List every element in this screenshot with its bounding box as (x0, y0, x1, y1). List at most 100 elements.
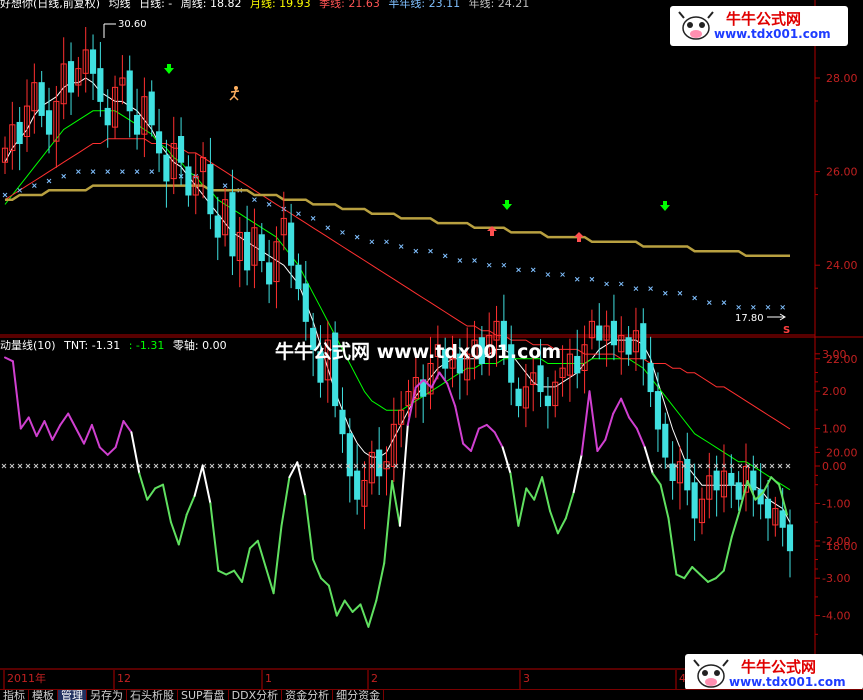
momentum-segment (67, 412, 78, 430)
tab-fund-analysis[interactable]: 资金分析 (282, 690, 334, 700)
zero-axis-mark (553, 463, 559, 469)
zero-axis-mark (457, 463, 463, 469)
zero-axis-mark (433, 463, 439, 469)
ma-mark (325, 225, 331, 231)
candlestick-series (1, 26, 794, 578)
ma-halfyear-value: 半年线: 23.11 (388, 0, 461, 10)
zero-axis-mark (409, 463, 415, 469)
zero-axis-mark (41, 463, 47, 469)
momentum-segment (628, 416, 638, 430)
tab-save-as[interactable]: 另存为 (87, 690, 127, 700)
zero-axis-mark (121, 463, 127, 469)
zero-axis-mark (713, 463, 719, 469)
momentum-segment (351, 603, 362, 613)
momentum-segment (375, 562, 386, 602)
tab-segment-funds[interactable]: 细分资金 (333, 690, 385, 700)
momentum-segment (612, 397, 623, 415)
momentum-segment (596, 438, 607, 452)
ma-quarterly-value: 季线: 21.63 (319, 0, 380, 10)
indicator-y-axis: 3.00 2.00 1.00 0.00 -1.00 -2.00 -3.00 -4.00 (815, 348, 850, 635)
cow-logo-icon (678, 11, 714, 40)
candle-down (786, 524, 794, 552)
zero-axis-mark (169, 463, 175, 469)
ma-mark (105, 169, 111, 174)
stock-title[interactable]: 好想你(日线,前复权) (0, 0, 100, 10)
zero-axis-mark (441, 463, 447, 469)
momentum-segment (154, 483, 164, 490)
tab-ddx-analysis[interactable]: DDX分析 (228, 690, 283, 700)
zero-axis-mark (1, 463, 7, 469)
momentum-segment (517, 487, 528, 527)
candle-down (45, 110, 53, 135)
zero-axis-mark (417, 463, 423, 469)
zero-axis-mark (81, 463, 87, 469)
tab-manage[interactable]: 管理 (58, 690, 87, 700)
zero-axis-mark (633, 463, 639, 469)
zero-axis-mark (337, 463, 343, 469)
ma-line-20 (4, 110, 791, 491)
zero-axis-mark (177, 463, 183, 469)
indicator-tick-label: 2.00 (822, 385, 847, 398)
momentum-segment (201, 465, 212, 505)
momentum-segment (620, 397, 630, 419)
logo-url-text: www.tdx001.com (714, 27, 831, 41)
candle-down (625, 337, 632, 355)
indicator-name[interactable]: 动量线(10) (0, 339, 56, 352)
ma-mark (76, 169, 81, 174)
candle-down (258, 234, 265, 262)
zero-axis-mark (305, 463, 311, 469)
momentum-segment (27, 416, 38, 438)
ma-mark (134, 169, 140, 174)
candle-down (376, 449, 383, 477)
zero-axis-mark (209, 463, 215, 469)
zero-axis-mark (545, 463, 551, 469)
zero-axis-mark (217, 463, 223, 469)
stock-chart-window: 28.00 26.00 24.00 22.00 20.00 18.00 30.6… (0, 0, 863, 700)
momentum-segment (564, 491, 575, 520)
ma-mark (17, 187, 23, 193)
ma-mark (149, 169, 155, 174)
momentum-segment (525, 487, 536, 501)
tab-template[interactable]: 模板 (29, 690, 58, 700)
date-tick-label: 12 (117, 672, 131, 685)
tab-sup-watch[interactable]: SUP看盘 (178, 690, 229, 700)
momentum-segment (367, 599, 378, 628)
zero-axis-mark (537, 463, 543, 469)
momentum-segment (35, 420, 46, 438)
tab-indicator[interactable]: 指标 (0, 690, 29, 700)
momentum-segment (138, 472, 149, 501)
tab-stone-analysis[interactable]: 石头析股 (127, 690, 178, 700)
momentum-segment (304, 494, 315, 561)
ma-mark (486, 262, 492, 268)
momentum-segment (43, 420, 54, 441)
momentum-segment (667, 517, 678, 576)
ma-mark (501, 262, 507, 268)
zero-axis-mark (601, 463, 607, 469)
tnt-value: : -1.31 (128, 339, 165, 352)
ma-mark (46, 178, 52, 184)
running-man-icon (229, 86, 240, 101)
momentum-segment (312, 558, 322, 580)
candle-down (640, 323, 647, 360)
ma-line-250 (5, 184, 790, 258)
indicator-tick-label: 1.00 (822, 423, 847, 436)
zero-axis-mark (65, 463, 71, 469)
ma-mark (120, 169, 125, 174)
ma-mark (252, 197, 257, 203)
ma-mark (516, 267, 521, 273)
zero-axis-mark (281, 463, 287, 469)
zero-axis-mark (105, 463, 111, 469)
zero-axis-mark (265, 463, 271, 469)
candle-down (16, 121, 23, 145)
momentum-segment (19, 416, 30, 430)
zero-axis-mark (481, 463, 487, 469)
zero-axis-mark (161, 463, 167, 469)
candle-down (288, 222, 295, 266)
zero-axis-mark (761, 463, 767, 469)
ma-daily-value: 日线: - (139, 0, 173, 10)
candle-down (339, 409, 346, 435)
zero-axis-mark (753, 463, 759, 469)
ma-mark (780, 304, 786, 310)
momentum-segment (146, 487, 157, 501)
ma-indicator-name[interactable]: 均线 (109, 0, 131, 10)
